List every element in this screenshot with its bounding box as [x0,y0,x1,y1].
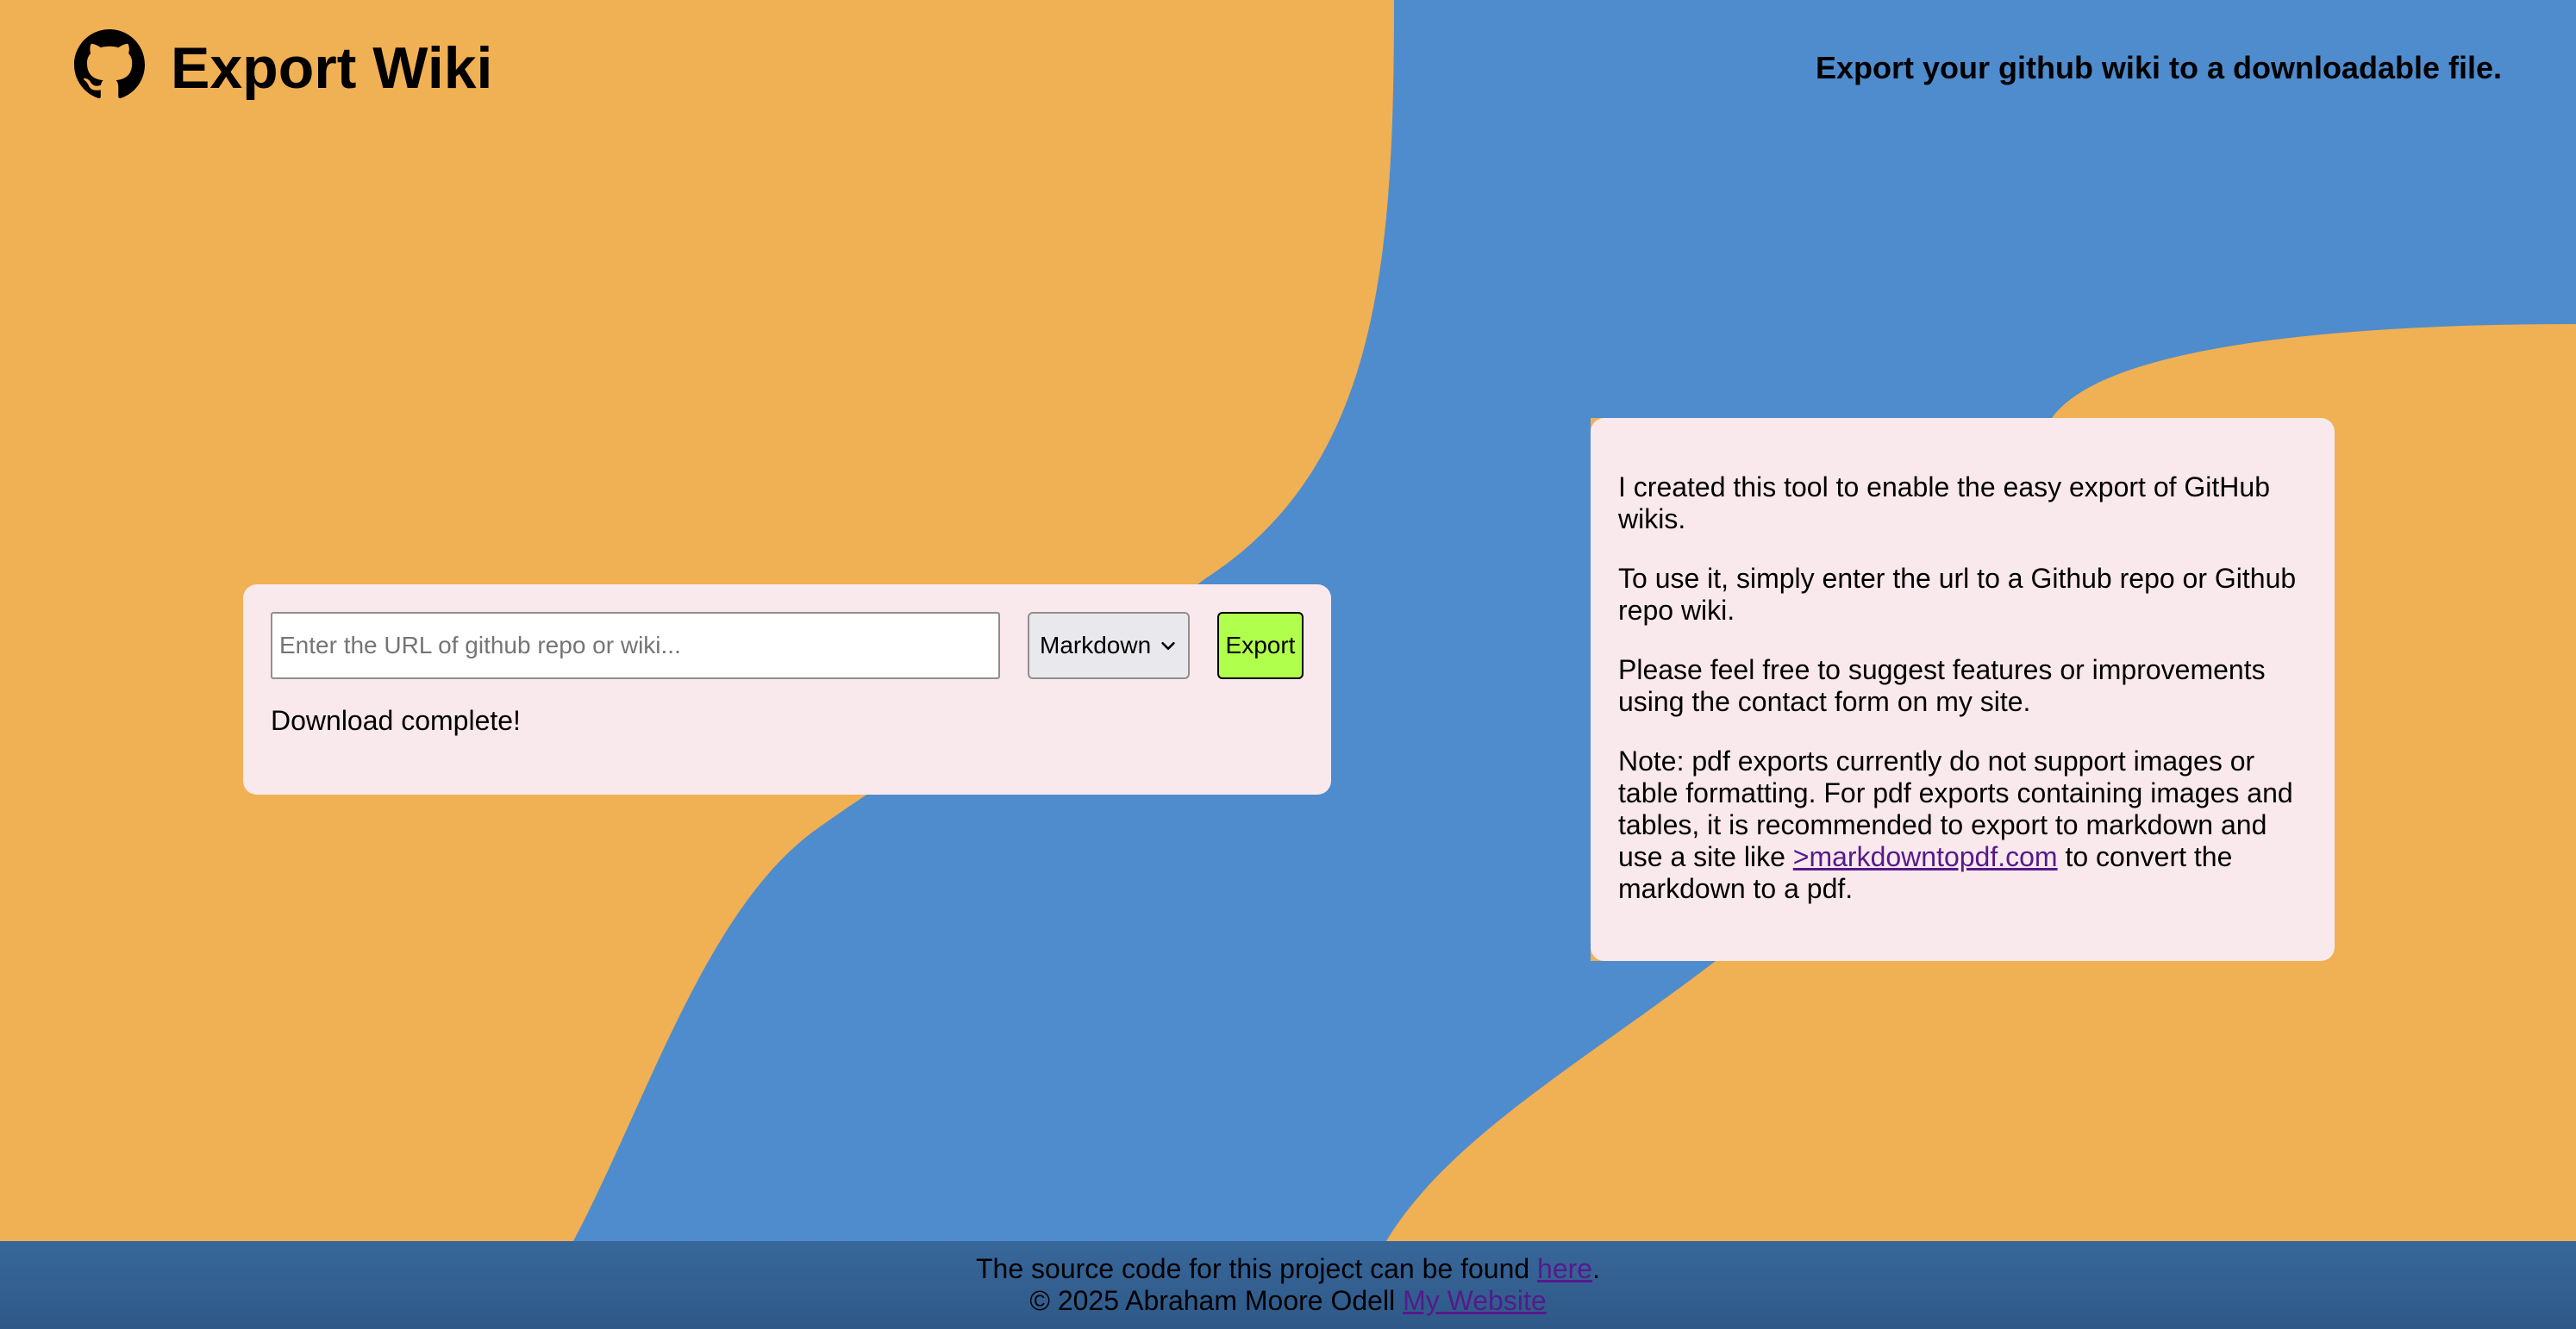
footer-copyright-line: © 2025 Abraham Moore Odell My Website [0,1285,2576,1317]
footer-source-line: The source code for this project can be … [0,1253,2576,1285]
status-message: Download complete! [271,705,521,736]
tagline: Export your github wiki to a downloadabl… [1815,50,2502,85]
copyright-text: © 2025 Abraham Moore Odell [1029,1285,1404,1316]
footer-source-period: . [1592,1253,1600,1284]
repo-url-input[interactable] [271,612,1000,679]
info-paragraph-usage: To use it, simply enter the url to a Git… [1618,563,2297,626]
github-icon[interactable] [74,29,145,100]
my-website-link[interactable]: My Website [1403,1285,1547,1316]
chevron-down-icon [1161,641,1175,650]
info-paragraph-intro: I created this tool to enable the easy e… [1618,471,2270,534]
info-paragraph-feedback: Please feel free to suggest features or … [1618,654,2266,717]
info-card: I created this tool to enable the easy e… [1591,418,2335,961]
header: Export Wiki Export your github wiki to a… [0,0,2576,138]
markdowntopdf-link[interactable]: >markdowntopdf.com [1793,841,2058,872]
format-select-value: Markdown [1040,632,1152,658]
export-card: Markdown Export Download complete! [243,584,1331,795]
footer: The source code for this project can be … [0,1241,2576,1329]
export-button[interactable]: Export [1217,612,1304,679]
page: Export Wiki Export your github wiki to a… [0,0,2576,1329]
source-code-link[interactable]: here [1537,1253,1592,1284]
footer-source-text: The source code for this project can be … [976,1253,1538,1284]
format-select[interactable]: Markdown [1028,612,1190,679]
site-title: Export Wiki [171,35,493,101]
info-paragraph-note: Note: pdf exports currently do not suppo… [1618,746,2307,905]
